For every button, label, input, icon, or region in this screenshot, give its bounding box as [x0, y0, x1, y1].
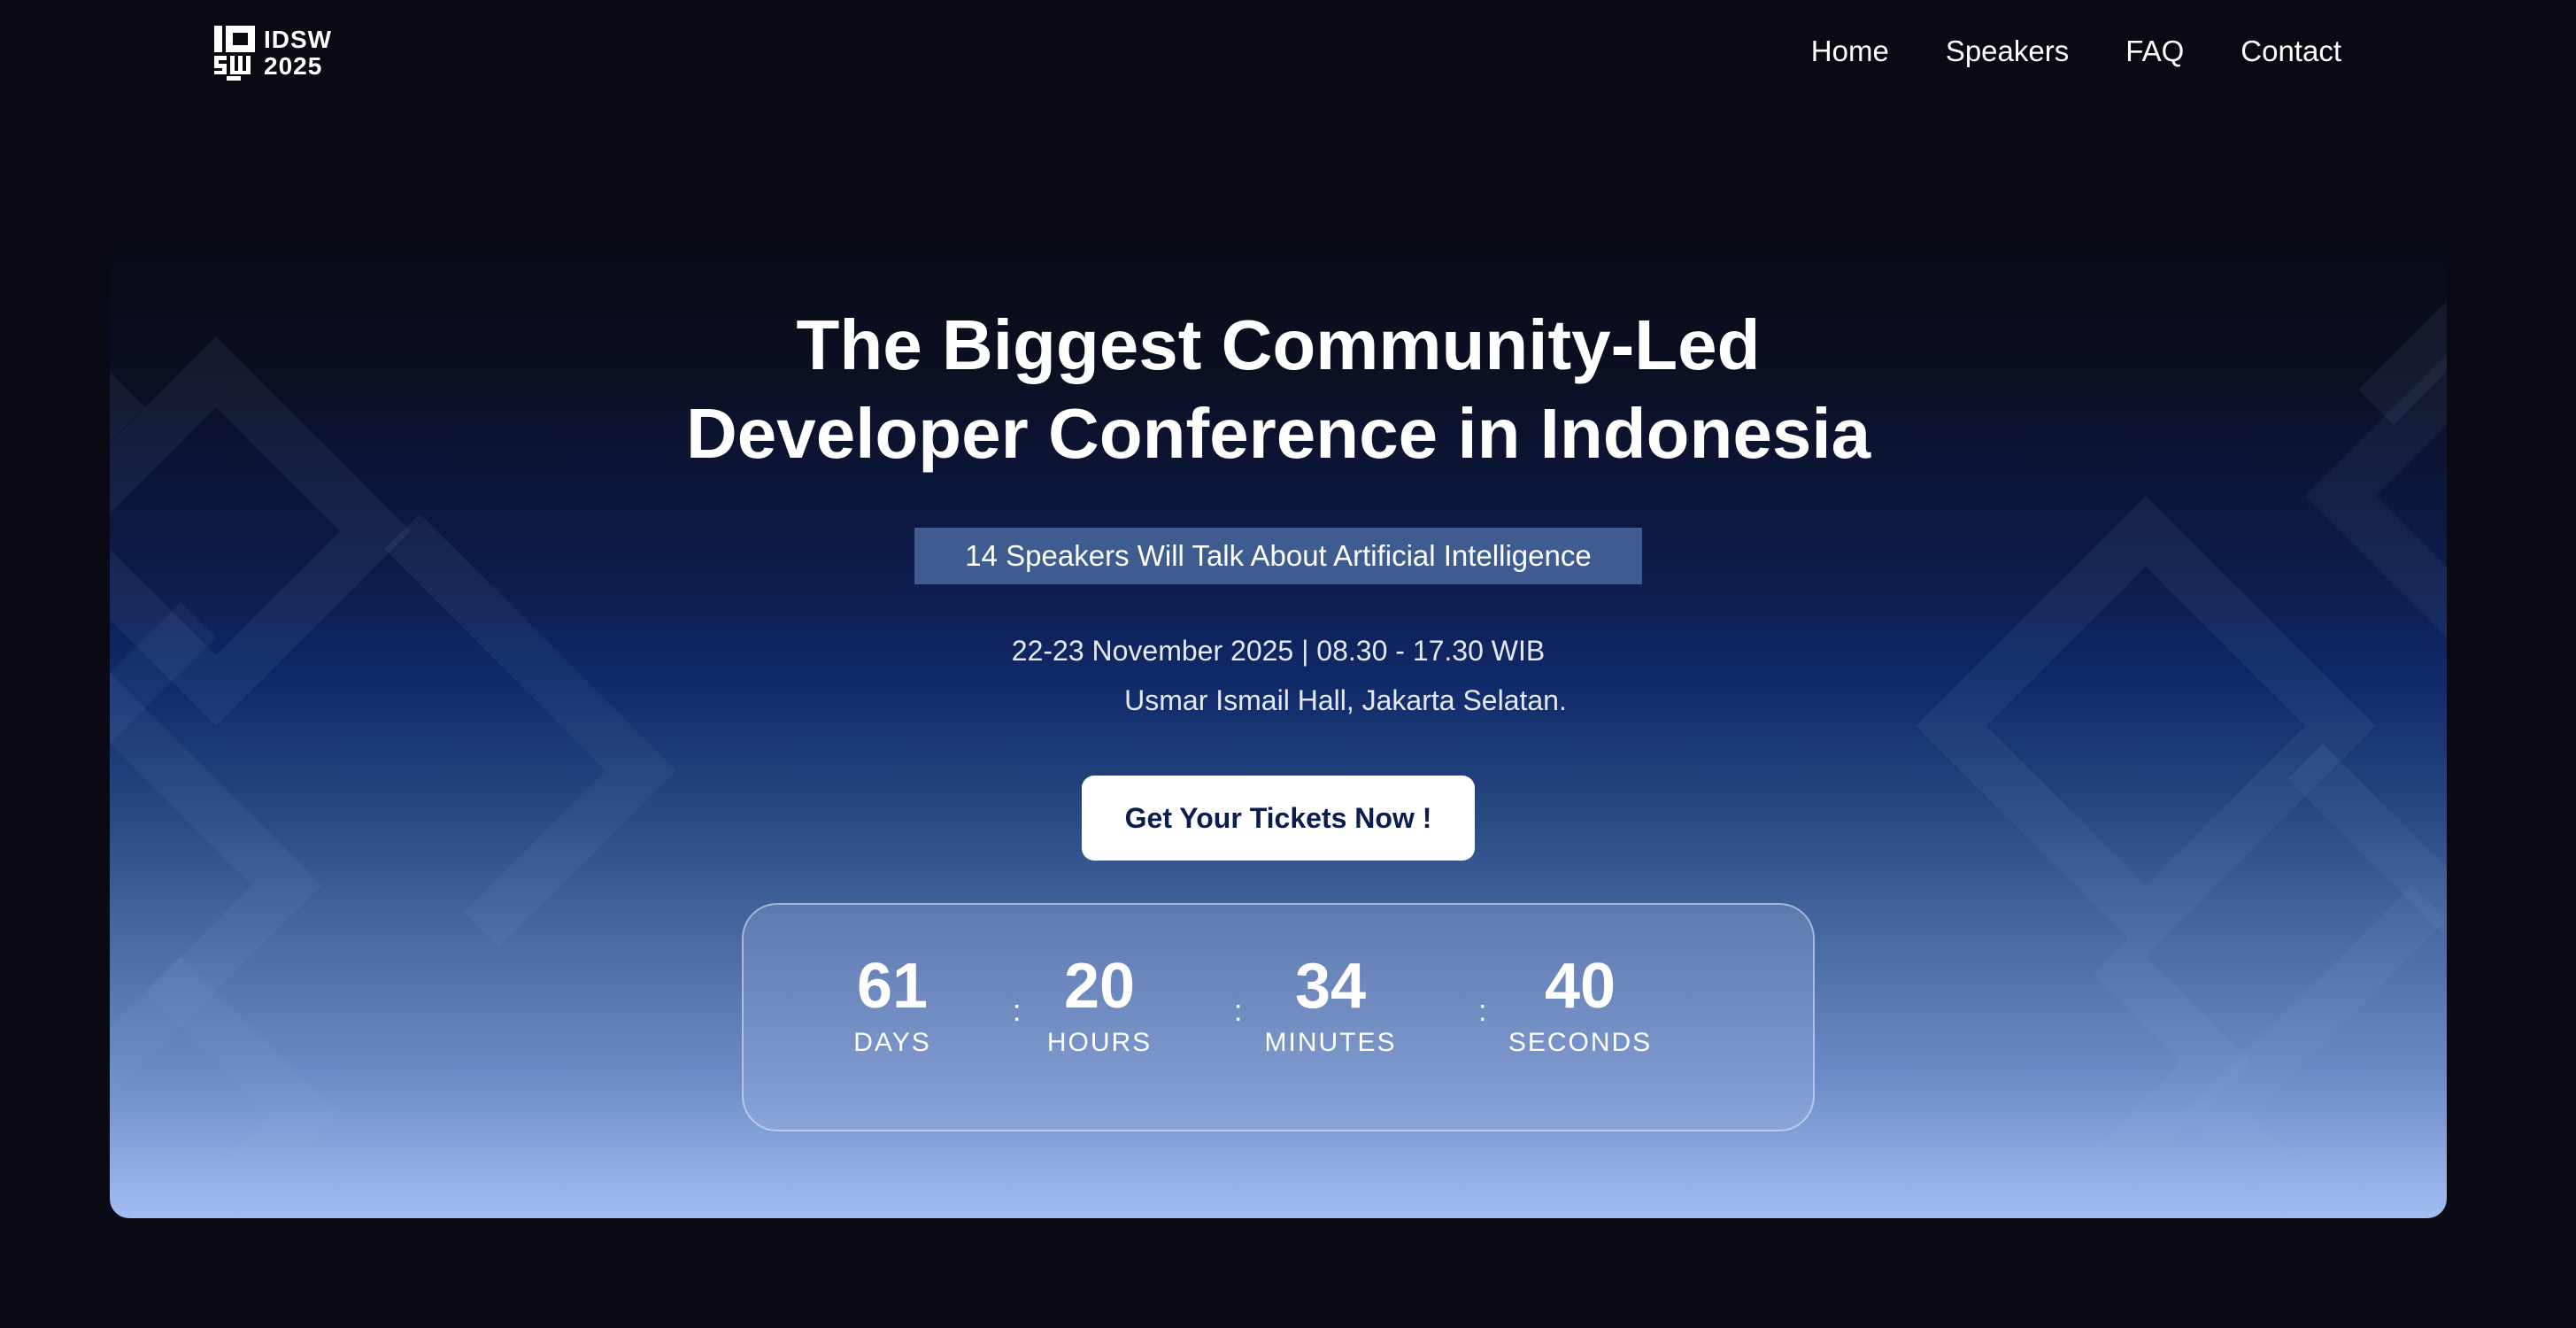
- countdown-seconds: 40 SECONDS: [1492, 951, 1669, 1059]
- countdown-minutes: 34 MINUTES: [1242, 951, 1419, 1059]
- hero-title: The Biggest Community-Led Developer Conf…: [110, 301, 2447, 478]
- countdown-minutes-label: MINUTES: [1264, 1028, 1397, 1057]
- countdown-timer: 61 DAYS : 20 HOURS : 34 MINUTES : 40 SEC…: [742, 903, 1815, 1131]
- countdown-days-label: DAYS: [853, 1028, 931, 1057]
- get-tickets-button[interactable]: Get Your Tickets Now !: [1082, 776, 1475, 861]
- logo-line-1: IDSW: [264, 26, 333, 53]
- hero-section: The Biggest Community-Led Developer Conf…: [110, 230, 2447, 1218]
- event-venue: Usmar Ismail Hall, Jakarta Selatan.: [1124, 684, 1567, 716]
- countdown-separator: :: [1478, 994, 1487, 1028]
- logo-line-2: 2025: [264, 52, 323, 80]
- nav-link-home[interactable]: Home: [1811, 34, 1889, 69]
- site-logo[interactable]: IDSW 2025: [214, 26, 332, 81]
- top-navbar: IDSW 2025 Home Speakers FAQ Contact: [0, 0, 2576, 106]
- page: IDSW 2025 Home Speakers FAQ Contact The …: [0, 0, 2576, 1328]
- idsw-logo-icon: [214, 26, 255, 81]
- countdown-seconds-value: 40: [1544, 951, 1616, 1022]
- countdown-seconds-label: SECONDS: [1508, 1028, 1653, 1057]
- hero-title-line-1: The Biggest Community-Led: [796, 305, 1761, 384]
- event-date-time: 22-23 November 2025 | 08.30 - 17.30 WIB: [1011, 635, 1546, 667]
- nav-link-speakers[interactable]: Speakers: [1946, 34, 2069, 69]
- speakers-tagline: 14 Speakers Will Talk About Artificial I…: [914, 528, 1642, 584]
- countdown-hours-value: 20: [1063, 951, 1136, 1022]
- countdown-minutes-value: 34: [1294, 951, 1367, 1022]
- nav-links: Home Speakers FAQ Contact: [1811, 34, 2341, 69]
- hero-title-line-2: Developer Conference in Indonesia: [685, 394, 1871, 473]
- nav-link-faq[interactable]: FAQ: [2125, 34, 2184, 69]
- nav-link-contact[interactable]: Contact: [2241, 34, 2341, 69]
- countdown-days-value: 61: [856, 951, 929, 1022]
- countdown-days: 61 DAYS: [804, 951, 981, 1059]
- countdown-hours: 20 HOURS: [1011, 951, 1188, 1059]
- countdown-hours-label: HOURS: [1046, 1028, 1153, 1057]
- logo-text: IDSW 2025: [264, 27, 332, 80]
